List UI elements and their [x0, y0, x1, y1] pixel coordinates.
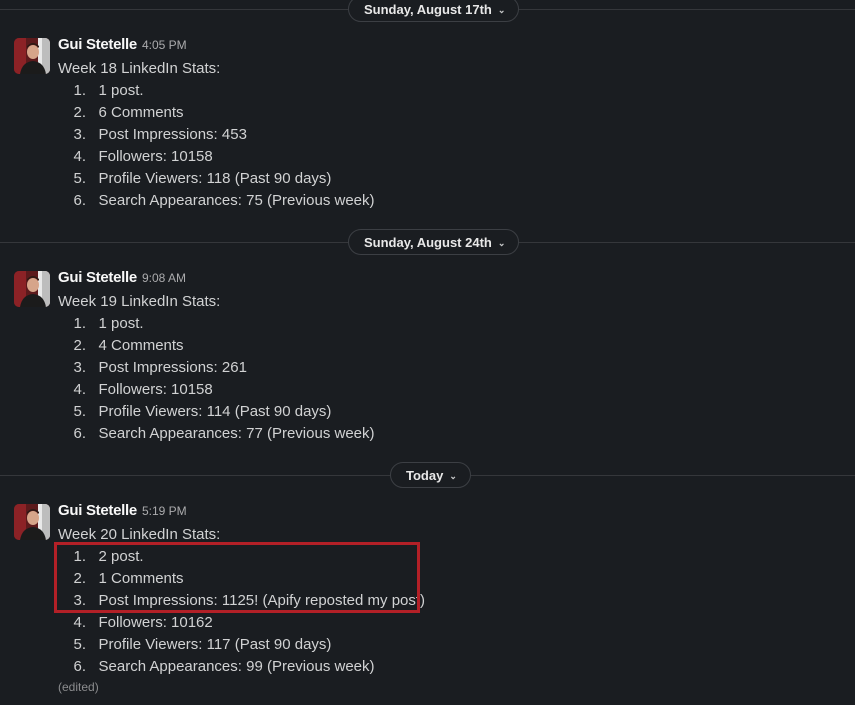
list-item: 5. Profile Viewers: 114 (Past 90 days): [58, 401, 375, 423]
list-item: 5. Profile Viewers: 118 (Past 90 days): [58, 168, 375, 190]
avatar[interactable]: [14, 38, 50, 74]
list-item: 5. Profile Viewers: 117 (Past 90 days): [58, 634, 425, 656]
list-item: 3. Post Impressions: 453: [58, 124, 375, 146]
author-name[interactable]: Gui Stetelle: [58, 502, 137, 519]
date-label: Today: [406, 468, 444, 483]
list-text: 1 Comments: [98, 570, 184, 587]
list-number: 3.: [73, 592, 86, 609]
list-number: 4.: [73, 148, 86, 165]
list-item: 3. Post Impressions: 1125! (Apify repost…: [58, 590, 425, 612]
chevron-down-icon: ⌄: [497, 5, 506, 15]
list-text: Profile Viewers: 114 (Past 90 days): [98, 403, 332, 420]
list-text: 1 post.: [98, 315, 144, 332]
date-divider-button[interactable]: Sunday, August 17th ⌄: [348, 0, 520, 22]
list-text: 2 post.: [98, 548, 144, 565]
list-number: 2.: [73, 337, 86, 354]
author-name[interactable]: Gui Stetelle: [58, 269, 137, 286]
list-number: 1.: [73, 82, 86, 99]
list-text: Profile Viewers: 118 (Past 90 days): [98, 170, 332, 187]
message-heading: Week 20 LinkedIn Stats:: [58, 526, 221, 543]
list-text: 1 post.: [98, 82, 144, 99]
list-number: 3.: [73, 126, 86, 143]
list-item: 4. Followers: 10162: [58, 612, 425, 634]
avatar[interactable]: [14, 504, 50, 540]
list-number: 2.: [73, 570, 86, 587]
list-number: 5.: [73, 170, 86, 187]
list-number: 1.: [73, 315, 86, 332]
stats-list: 1. 2 post. 2. 1 Comments 3. Post Impress…: [58, 546, 425, 678]
timestamp[interactable]: 5:19 PM: [142, 504, 187, 518]
message-header: Gui Stetelle 5:19 PM: [58, 502, 187, 520]
list-item: 6. Search Appearances: 75 (Previous week…: [58, 190, 375, 212]
date-label: Sunday, August 17th: [364, 2, 492, 17]
list-item: 4. Followers: 10158: [58, 146, 375, 168]
list-item: 6. Search Appearances: 99 (Previous week…: [58, 656, 425, 678]
list-item: 2. 6 Comments: [58, 102, 375, 124]
message-header: Gui Stetelle 4:05 PM: [58, 36, 187, 54]
list-item: 1. 1 post.: [58, 313, 375, 335]
chevron-down-icon: ⌄: [449, 471, 457, 481]
list-item: 2. 4 Comments: [58, 335, 375, 357]
list-number: 1.: [73, 548, 86, 565]
list-text: Followers: 10158: [98, 381, 213, 398]
list-item: 1. 2 post.: [58, 546, 425, 568]
list-number: 5.: [73, 403, 86, 420]
author-name[interactable]: Gui Stetelle: [58, 36, 137, 53]
list-text: Post Impressions: 261: [98, 359, 247, 376]
list-item: 4. Followers: 10158: [58, 379, 375, 401]
list-text: Search Appearances: 75 (Previous week): [98, 192, 375, 209]
list-text: 6 Comments: [98, 104, 184, 121]
list-text: Search Appearances: 99 (Previous week): [98, 658, 375, 675]
list-number: 3.: [73, 359, 86, 376]
chevron-down-icon: ⌄: [497, 238, 506, 248]
list-text: Profile Viewers: 117 (Past 90 days): [98, 636, 332, 653]
list-number: 6.: [73, 192, 86, 209]
date-label: Sunday, August 24th: [364, 235, 492, 250]
list-number: 4.: [73, 381, 86, 398]
list-item: 6. Search Appearances: 77 (Previous week…: [58, 423, 375, 445]
message-heading: Week 18 LinkedIn Stats:: [58, 60, 221, 77]
timestamp[interactable]: 4:05 PM: [142, 38, 187, 52]
list-text: Search Appearances: 77 (Previous week): [98, 425, 375, 442]
list-text: Followers: 10162: [98, 614, 213, 631]
message-header: Gui Stetelle 9:08 AM: [58, 269, 186, 287]
list-number: 6.: [73, 658, 86, 675]
avatar[interactable]: [14, 271, 50, 307]
list-number: 5.: [73, 636, 86, 653]
list-number: 2.: [73, 104, 86, 121]
list-number: 4.: [73, 614, 86, 631]
date-divider-button[interactable]: Sunday, August 24th ⌄: [348, 229, 520, 255]
list-item: 1. 1 post.: [58, 80, 375, 102]
list-item: 3. Post Impressions: 261: [58, 357, 375, 379]
list-number: 6.: [73, 425, 86, 442]
list-text: Post Impressions: 453: [98, 126, 247, 143]
list-text: Followers: 10158: [98, 148, 213, 165]
list-item: 2. 1 Comments: [58, 568, 425, 590]
message-heading: Week 19 LinkedIn Stats:: [58, 293, 221, 310]
edited-label: (edited): [58, 680, 99, 694]
list-text: Post Impressions: 1125! (Apify reposted …: [98, 592, 426, 609]
timestamp[interactable]: 9:08 AM: [142, 271, 186, 285]
list-text: 4 Comments: [98, 337, 184, 354]
stats-list: 1. 1 post. 2. 6 Comments 3. Post Impress…: [58, 80, 375, 212]
stats-list: 1. 1 post. 2. 4 Comments 3. Post Impress…: [58, 313, 375, 445]
date-divider-button[interactable]: Today ⌄: [390, 462, 471, 488]
